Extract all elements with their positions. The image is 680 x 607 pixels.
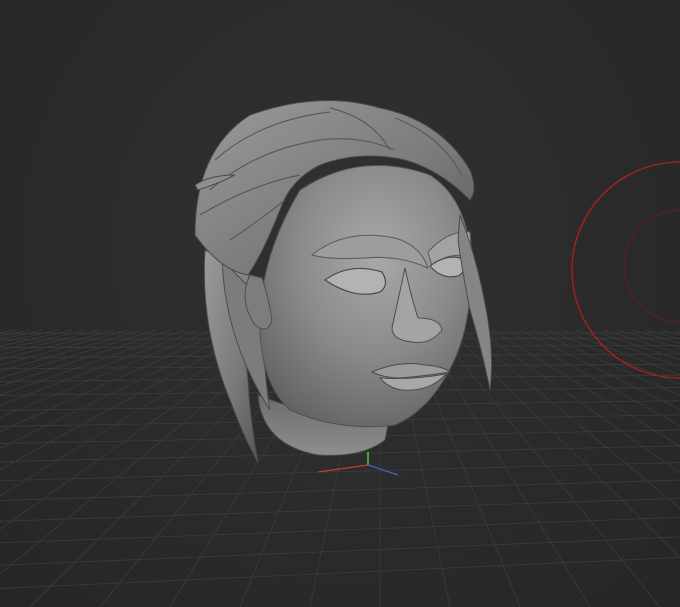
grid-line	[575, 329, 680, 368]
3d-viewport[interactable]	[0, 0, 680, 607]
grid-line	[0, 536, 680, 566]
viewport-canvas[interactable]	[0, 0, 680, 607]
grid-line	[0, 557, 680, 589]
grid-line	[491, 329, 680, 447]
grid-line	[645, 329, 680, 340]
grid-line	[547, 329, 680, 385]
grid-line	[0, 329, 199, 406]
grid-line	[0, 329, 255, 471]
grid-line	[0, 462, 680, 482]
grid-line	[0, 329, 101, 356]
grid-line	[0, 329, 59, 343]
grid-line	[505, 329, 680, 427]
grid-line	[631, 329, 680, 344]
grid-line	[0, 329, 129, 366]
grid-line	[0, 329, 213, 418]
grid-line	[0, 516, 680, 544]
grid-line	[673, 329, 680, 332]
grid-line	[659, 329, 680, 336]
sculpted-head-model[interactable]	[194, 99, 493, 463]
grid-line	[0, 329, 227, 433]
grid-line	[533, 329, 680, 397]
grid-line	[0, 329, 171, 387]
grid-line	[0, 329, 157, 379]
grid-line	[561, 329, 680, 376]
grid-line	[0, 329, 241, 450]
grid-line	[0, 497, 680, 522]
grid-line	[519, 329, 680, 410]
grid-line	[0, 329, 115, 361]
